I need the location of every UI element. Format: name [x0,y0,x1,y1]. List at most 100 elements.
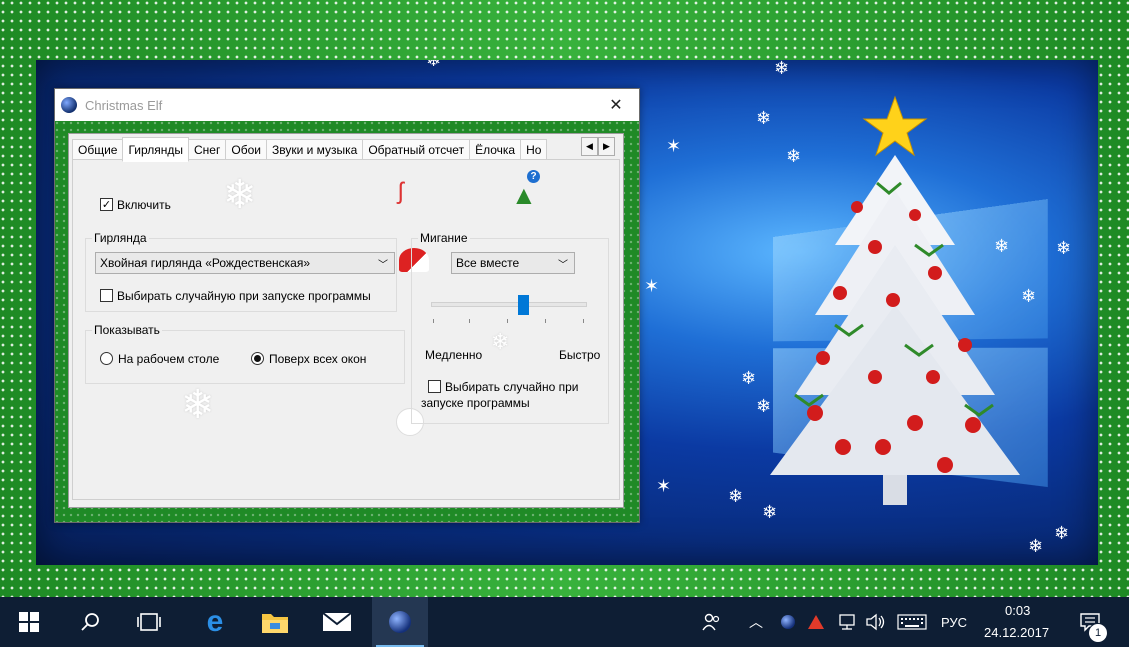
blink-random-checkbox[interactable] [428,380,441,393]
snowflake-icon: ❄ [774,60,790,79]
chevron-up-icon: ︿ [749,614,763,630]
network-icon [839,614,855,630]
snowflake-icon: ❄ [181,382,215,428]
snowflake-icon: ❄ [1054,523,1070,544]
tab-scroll-right-button[interactable]: ▶ [598,137,615,156]
garland-select[interactable]: Хвойная гирлянда «Рождественская» ﹀ [95,252,395,274]
window-title: Christmas Elf [85,97,163,113]
show-on-top-label: Поверх всех окон [269,352,367,366]
tab-sounds[interactable]: Звуки и музыка [265,139,364,161]
tab-tree[interactable]: Ёлочка [469,139,522,161]
snowflake-icon: ❄ [426,60,442,71]
blink-mode-value: Все вместе [456,256,520,270]
tab-scroll-buttons: ◀ ▶ [581,137,615,156]
show-desktop-label: На рабочем столе [118,352,220,366]
christmas-ornament-icon [781,615,795,629]
task-view-icon [137,613,161,631]
snowflake-icon: ❄ [1056,238,1072,259]
fast-label: Быстро [559,348,601,362]
blink-random-label-line2: запуске программы [421,396,530,410]
blink-speed-slider-thumb[interactable] [518,295,530,315]
tab-strip: Общие Гирлянды Снег Обои Звуки и музыка … [72,137,548,162]
taskbar: e ︿ РУС 0:03 24.12.2017 1 [0,597,1129,647]
folder-icon [262,614,288,633]
tray-christmas-elf[interactable] [776,597,800,647]
show-on-top-radio[interactable] [251,352,264,365]
garlands-panel: ❄ ❄ ❄ ʃ ▲ ? ✓ Включить Гирлянда Хвойная … [72,159,620,500]
title-bar[interactable]: Christmas Elf ✕ [55,89,639,121]
garland-frame: Общие Гирлянды Снег Обои Звуки и музыка … [55,121,639,522]
snowflake-icon: ❄ [741,368,757,389]
blink-mode-select[interactable]: Все вместе ﹀ [451,252,575,274]
slider-tick [545,319,546,323]
snowflake-icon: ✶ [666,136,682,157]
language-indicator[interactable]: РУС [941,615,967,630]
christmas-elf-window: Christmas Elf ✕ Общие Гирлянды Снег Обои… [54,88,640,523]
blink-speed-slider-track[interactable] [431,302,587,307]
triangle-app-icon [808,615,824,629]
blink-random-label: Выбирать случайно при [445,380,579,394]
slider-tick [433,319,434,323]
task-view-button[interactable] [120,597,178,647]
slider-tick [469,319,470,323]
clock-time[interactable]: 0:03 [1005,603,1030,618]
garland-select-value: Хвойная гирлянда «Рождественская» [100,256,311,270]
tab-general[interactable]: Общие [72,139,124,161]
chevron-down-icon: ﹀ [558,259,568,271]
notification-badge: 1 [1088,623,1108,643]
tab-snow[interactable]: Снег [188,139,227,161]
mail-icon [322,612,352,631]
snowflake-icon: ❄ [836,60,851,62]
enable-garlands-label: Включить [117,198,171,212]
christmas-elf-taskbar-button[interactable] [372,597,428,647]
snowflake-icon: ✶ [656,476,672,497]
garland-random-label: Выбирать случайную при запуске программы [117,289,371,303]
help-icon[interactable]: ? [527,170,540,183]
action-center-button[interactable]: 1 [1070,597,1110,647]
snowflake-icon: ❄ [1028,536,1044,557]
touch-keyboard-button[interactable] [893,597,931,647]
slider-tick [583,319,584,323]
explorer-taskbar-button[interactable] [246,597,304,647]
tab-next[interactable]: Но [520,139,548,161]
christmas-tree-small-icon: ▲ [511,180,537,210]
tab-garlands[interactable]: Гирлянды [122,137,190,162]
tab-countdown[interactable]: Обратный отсчет [362,139,471,161]
slider-tick [507,319,508,323]
christmas-tree-icon [770,95,1020,505]
close-button[interactable]: ✕ [593,89,639,121]
app-icon [61,97,77,113]
windows-logo-icon [19,612,39,632]
tab-wallpaper[interactable]: Обои [225,139,267,161]
candy-cane-icon: ʃ [398,178,404,205]
blink-group-label: Мигание [418,231,470,245]
tray-app-icon[interactable] [804,597,828,647]
chevron-down-icon: ﹀ [378,259,388,271]
volume-button[interactable] [862,597,888,647]
start-button[interactable] [0,597,58,647]
edge-taskbar-button[interactable]: e [186,597,244,647]
speaker-icon [866,613,885,631]
network-button[interactable] [834,597,860,647]
garland-group-label: Гирлянда [92,231,149,245]
show-hidden-icons-button[interactable]: ︿ [744,597,768,647]
keyboard-icon [897,614,927,630]
show-desktop-radio[interactable] [100,352,113,365]
garland-random-checkbox[interactable] [100,289,113,302]
snowflake-icon: ❄ [223,172,257,218]
search-icon [81,613,99,631]
edge-icon: e [206,605,224,638]
mail-taskbar-button[interactable] [308,597,366,647]
people-icon [702,613,720,631]
enable-garlands-checkbox[interactable]: ✓ [100,198,113,211]
christmas-ornament-icon [389,611,411,633]
clock-date[interactable]: 24.12.2017 [984,625,1049,640]
settings-dialog: Общие Гирлянды Снег Обои Звуки и музыка … [68,133,624,508]
snowflake-icon: ❄ [728,486,744,507]
slow-label: Медленно [425,348,483,362]
search-button[interactable] [62,597,118,647]
snowflake-icon: ✶ [644,276,660,297]
people-button[interactable] [696,597,728,647]
show-group-label: Показывать [92,323,162,337]
tab-scroll-left-button[interactable]: ◀ [581,137,598,156]
